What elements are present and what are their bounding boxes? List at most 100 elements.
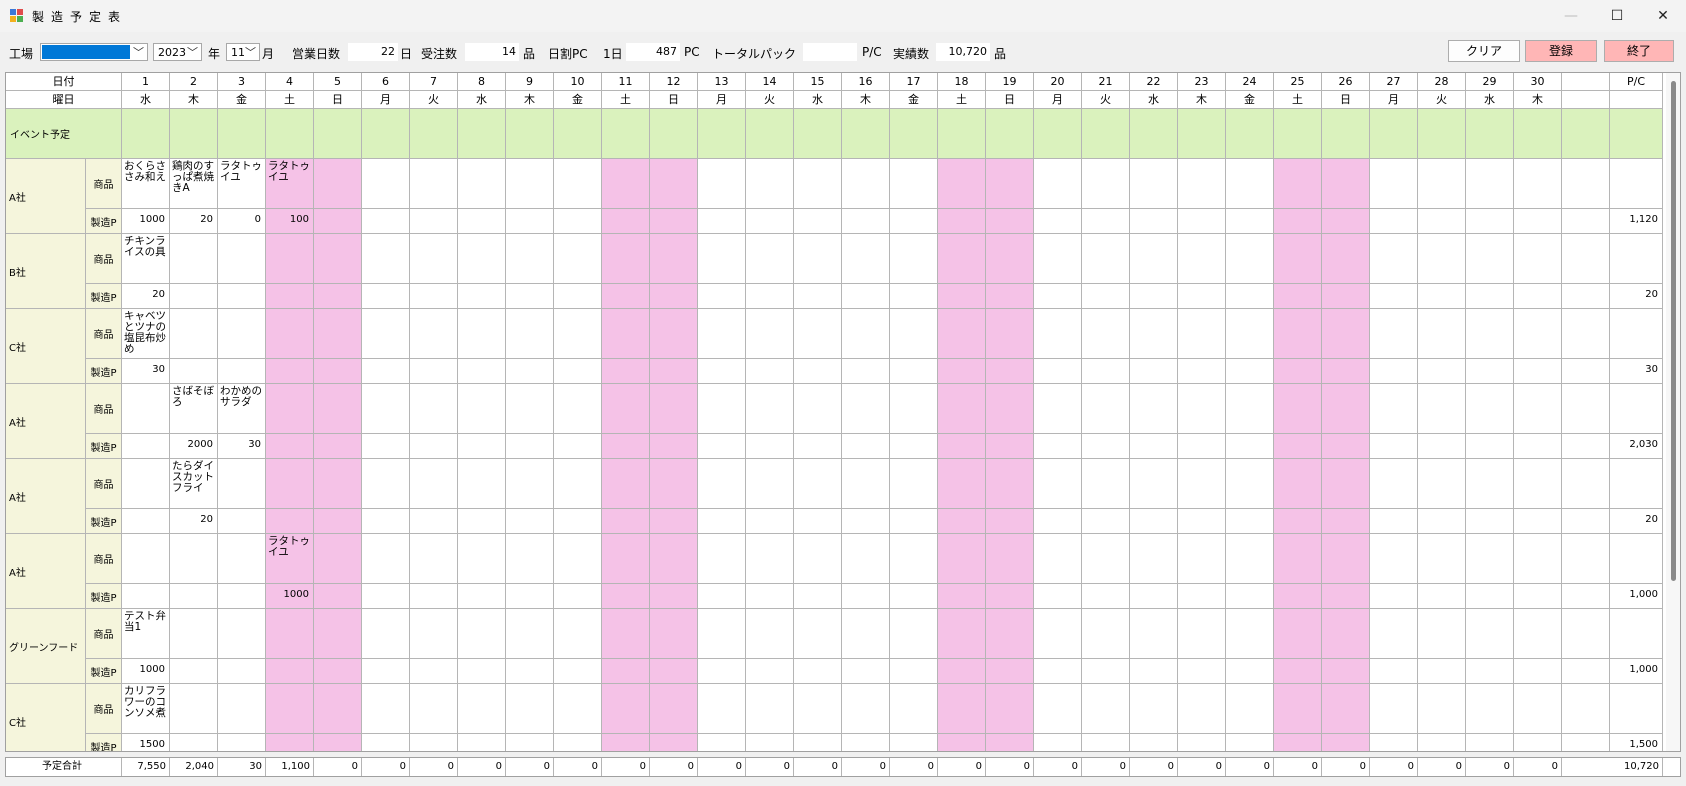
quantity-cell[interactable] <box>266 734 314 751</box>
quantity-cell[interactable] <box>1514 284 1562 309</box>
product-cell[interactable] <box>1178 609 1226 659</box>
quantity-cell[interactable] <box>314 284 362 309</box>
daily-pc-field[interactable]: 487 <box>626 43 680 61</box>
quantity-cell[interactable] <box>890 509 938 534</box>
quantity-cell[interactable] <box>1370 284 1418 309</box>
quantity-cell[interactable] <box>602 209 650 234</box>
product-cell[interactable]: ラタトゥイユ <box>266 534 314 584</box>
quantity-cell[interactable] <box>506 284 554 309</box>
quantity-cell[interactable] <box>1274 434 1322 459</box>
quantity-cell[interactable] <box>986 509 1034 534</box>
product-cell[interactable] <box>794 684 842 734</box>
day-header[interactable]: 3 <box>218 73 266 91</box>
product-cell[interactable] <box>1274 234 1322 284</box>
day-header[interactable]: 5 <box>314 73 362 91</box>
product-cell[interactable] <box>698 459 746 509</box>
product-cell[interactable] <box>1514 534 1562 584</box>
product-cell[interactable] <box>218 309 266 359</box>
quantity-cell[interactable] <box>410 359 458 384</box>
event-cell[interactable] <box>938 109 986 159</box>
quantity-cell[interactable] <box>1322 434 1370 459</box>
quantity-cell[interactable] <box>1370 209 1418 234</box>
weekday-cell[interactable]: 火 <box>1418 91 1466 109</box>
product-cell[interactable] <box>890 684 938 734</box>
company-name[interactable]: A社 <box>6 384 86 459</box>
blank-cell[interactable] <box>1562 159 1610 209</box>
workdays-field[interactable]: 22 <box>348 43 398 61</box>
blank-cell[interactable] <box>1562 234 1610 284</box>
event-cell[interactable] <box>1082 109 1130 159</box>
quantity-cell[interactable] <box>266 359 314 384</box>
product-cell[interactable] <box>746 534 794 584</box>
quantity-cell[interactable] <box>410 284 458 309</box>
day-header[interactable]: 22 <box>1130 73 1178 91</box>
quantity-cell[interactable] <box>1418 359 1466 384</box>
quantity-cell[interactable] <box>218 359 266 384</box>
product-cell[interactable] <box>458 384 506 434</box>
day-header[interactable]: 4 <box>266 73 314 91</box>
product-cell[interactable] <box>314 609 362 659</box>
company-name[interactable]: B社 <box>6 234 86 309</box>
product-cell[interactable] <box>650 684 698 734</box>
quantity-cell[interactable] <box>794 434 842 459</box>
quantity-cell[interactable] <box>362 734 410 751</box>
quantity-cell[interactable] <box>1466 359 1514 384</box>
day-header[interactable]: 30 <box>1514 73 1562 91</box>
quantity-cell[interactable] <box>602 284 650 309</box>
product-cell[interactable] <box>650 384 698 434</box>
product-cell[interactable] <box>1322 159 1370 209</box>
row-total[interactable]: 1,000 <box>1610 659 1663 684</box>
blank-cell[interactable] <box>1562 684 1610 734</box>
day-header[interactable]: 27 <box>1370 73 1418 91</box>
product-cell[interactable] <box>266 684 314 734</box>
quantity-cell[interactable] <box>1514 659 1562 684</box>
quantity-cell[interactable] <box>746 659 794 684</box>
quantity-cell[interactable] <box>794 209 842 234</box>
product-cell[interactable] <box>122 459 170 509</box>
weekday-cell[interactable]: 土 <box>266 91 314 109</box>
product-cell[interactable] <box>602 684 650 734</box>
weekday-cell[interactable]: 水 <box>458 91 506 109</box>
day-header[interactable]: 25 <box>1274 73 1322 91</box>
quantity-cell[interactable] <box>1370 734 1418 751</box>
quantity-cell[interactable] <box>650 659 698 684</box>
event-cell[interactable] <box>1610 109 1663 159</box>
event-cell[interactable] <box>1418 109 1466 159</box>
blank-cell[interactable] <box>1562 359 1610 384</box>
product-cell[interactable] <box>986 309 1034 359</box>
product-cell[interactable] <box>362 234 410 284</box>
quantity-cell[interactable] <box>938 734 986 751</box>
quantity-cell[interactable] <box>986 734 1034 751</box>
weekday-cell[interactable]: 日 <box>314 91 362 109</box>
day-header[interactable]: 10 <box>554 73 602 91</box>
row-total[interactable]: 20 <box>1610 284 1663 309</box>
product-cell[interactable] <box>1274 609 1322 659</box>
quantity-cell[interactable] <box>650 209 698 234</box>
quantity-cell[interactable] <box>1226 659 1274 684</box>
product-cell[interactable]: おくらささみ和え <box>122 159 170 209</box>
product-label[interactable]: 商品 <box>86 459 122 509</box>
quantity-cell[interactable] <box>1034 359 1082 384</box>
event-cell[interactable] <box>122 109 170 159</box>
product-cell[interactable] <box>890 459 938 509</box>
day-header[interactable]: 15 <box>794 73 842 91</box>
quantity-cell[interactable] <box>842 209 890 234</box>
blank-cell[interactable] <box>1562 584 1610 609</box>
quantity-cell[interactable]: 1000 <box>266 584 314 609</box>
product-cell[interactable] <box>842 534 890 584</box>
product-cell[interactable] <box>1130 609 1178 659</box>
day-header[interactable]: 6 <box>362 73 410 91</box>
product-cell[interactable] <box>1322 609 1370 659</box>
quantity-cell[interactable] <box>1034 284 1082 309</box>
quantity-cell[interactable] <box>602 434 650 459</box>
product-cell[interactable] <box>1514 459 1562 509</box>
quantity-cell[interactable] <box>410 734 458 751</box>
product-cell[interactable] <box>1514 384 1562 434</box>
product-cell[interactable] <box>1034 534 1082 584</box>
weekday-cell[interactable]: 木 <box>1514 91 1562 109</box>
product-cell[interactable] <box>506 609 554 659</box>
event-cell[interactable] <box>362 109 410 159</box>
event-cell[interactable] <box>170 109 218 159</box>
product-cell[interactable] <box>986 609 1034 659</box>
quantity-cell[interactable] <box>266 509 314 534</box>
